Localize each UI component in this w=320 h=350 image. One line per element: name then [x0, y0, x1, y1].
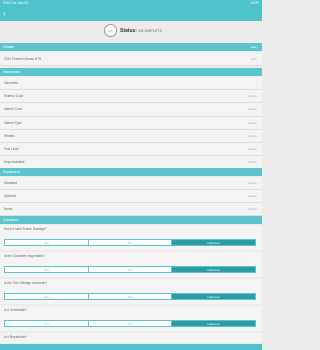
row-action: Select › [247, 107, 258, 112]
row-label: Optional [4, 194, 16, 198]
equipment-row[interactable]: Optional Select › [0, 190, 262, 203]
segmented-control: Yes No Unknown [4, 266, 256, 273]
section-header-information: Information [0, 68, 262, 76]
option-unknown[interactable]: Unknown [172, 294, 256, 299]
question-item: Is it Undrivable? Yes No Unknown [0, 306, 262, 331]
row-action: Select › [247, 133, 258, 138]
option-unknown[interactable]: Unknown [172, 240, 256, 245]
segmented-control: Yes No Unknown [4, 293, 256, 300]
row-label: Wheels [4, 133, 15, 138]
row-label: Odometer [4, 81, 19, 85]
row-label: Interior Color [4, 107, 23, 112]
status-bar: iPad Tue Jan 00 100% [0, 0, 262, 7]
navigation-bar: ‹ [0, 7, 262, 21]
section-title: Questions [3, 218, 19, 222]
question-label: Is the Odometer Inoperable? [4, 254, 45, 258]
row-action: › [257, 81, 258, 85]
section-title: Details [3, 45, 14, 49]
section-title: Information [3, 70, 21, 74]
question-item: Is it Repairable? [0, 333, 262, 343]
row-action: Select › [247, 147, 258, 151]
section-header-equipment: Equipment [0, 168, 262, 176]
option-no[interactable]: No [89, 294, 173, 299]
info-row[interactable]: Interior Color Select › [0, 103, 262, 117]
row-action: Select › [247, 181, 258, 185]
info-row[interactable]: Interior Type Select › [0, 116, 262, 130]
section-title: Equipment [3, 170, 20, 174]
section-header-questions: Questions [0, 216, 262, 224]
status-bar-left: iPad Tue Jan 00 [3, 1, 29, 5]
info-row[interactable]: Exterior Color Select › [0, 90, 262, 104]
option-yes[interactable]: Yes [5, 267, 89, 272]
segmented-control: Yes No Unknown [4, 320, 256, 327]
option-yes[interactable]: Yes [5, 294, 89, 299]
battery-level: 100% [250, 1, 259, 5]
vehicle-name: 2016 Porsche Macan BTS [4, 57, 42, 61]
question-label: Is it Repairable? [4, 335, 28, 339]
status-header: 0% Status: INCOMPLETE [0, 21, 262, 43]
details-edit-link[interactable]: Edit › [251, 43, 258, 51]
status-title: Status: INCOMPLETE [120, 27, 162, 35]
section-header-details: Details Edit › [0, 43, 262, 51]
info-row[interactable]: Fuel Level Select › [0, 143, 262, 157]
option-unknown[interactable]: Unknown [172, 321, 256, 326]
equipment-row[interactable]: Notes Select › [0, 203, 262, 216]
question-item: Is the Odometer Inoperable? Yes No Unknown [0, 252, 262, 277]
option-yes[interactable]: Yes [5, 321, 89, 326]
info-row[interactable]: Wheels Select › [0, 129, 262, 143]
question-item: Does it have Frame Damage? Yes No Unknown [0, 225, 262, 250]
question-item: Is the True Mileage Unknown? Yes No Unknown [0, 279, 262, 304]
back-chevron-icon[interactable]: ‹ [3, 9, 6, 18]
row-action: Select › [247, 94, 258, 99]
question-label: Is it Undrivable? [4, 308, 27, 312]
progress-circle: 0% [104, 24, 117, 37]
row-label: Standard [4, 181, 17, 185]
row-action: Select › [247, 120, 258, 125]
equipment-row[interactable]: Standard Select › [0, 177, 262, 190]
option-no[interactable]: No [89, 240, 173, 245]
option-no[interactable]: No [89, 321, 173, 326]
details-vehicle-row[interactable]: 2016 Porsche Macan BTS Edit › [0, 52, 262, 66]
row-label: Exterior Color [4, 94, 24, 99]
row-action: Edit › [250, 57, 258, 61]
info-row[interactable]: Odometer › [0, 77, 262, 91]
status-value: INCOMPLETE [138, 29, 163, 33]
question-label: Is the True Mileage Unknown? [4, 281, 48, 285]
segmented-control: Yes No Unknown [4, 239, 256, 246]
status-label: Status: [120, 28, 137, 34]
option-no[interactable]: No [89, 267, 173, 272]
option-unknown[interactable]: Unknown [172, 267, 256, 272]
row-action: Select › [247, 194, 258, 198]
question-label: Does it have Frame Damage? [4, 227, 47, 231]
bottom-bar [0, 344, 262, 350]
row-label: Notes [4, 207, 13, 211]
option-yes[interactable]: Yes [5, 240, 89, 245]
row-label: Fuel Level [4, 147, 19, 151]
row-action: Select › [247, 207, 258, 211]
row-label: Interior Type [4, 120, 22, 125]
